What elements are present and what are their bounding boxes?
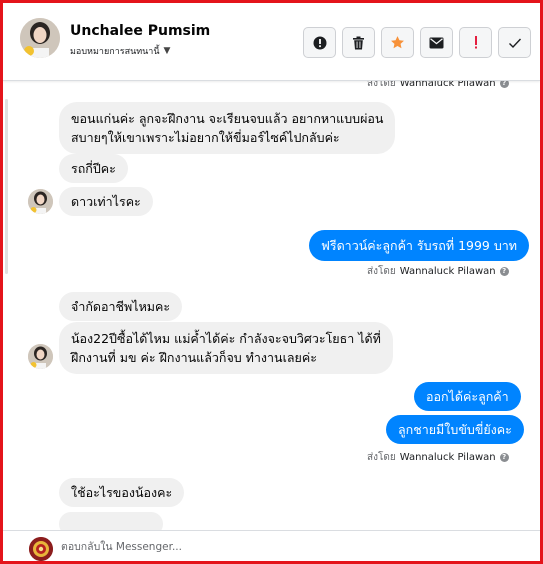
- delete-button[interactable]: [342, 27, 375, 58]
- help-icon[interactable]: ?: [499, 81, 509, 88]
- page-avatar: [29, 537, 53, 561]
- contact-avatar[interactable]: [20, 18, 60, 58]
- star-icon: [391, 36, 404, 49]
- conversation-header: Unchalee Pumsim มอบหมายการสนทนานี้ ▼: [3, 3, 540, 81]
- scrollbar-thumb[interactable]: [5, 99, 8, 274]
- reply-composer: [3, 530, 540, 561]
- conversation-panel: Unchalee Pumsim มอบหมายการสนทนานี้ ▼ ส่ง…: [0, 0, 543, 564]
- mark-done-button[interactable]: [498, 27, 531, 58]
- check-icon: [508, 38, 521, 48]
- incoming-message[interactable]: รถกี่ปีคะ: [59, 154, 128, 183]
- assign-conversation-label: มอบหมายการสนทนานี้: [70, 47, 160, 57]
- incoming-message[interactable]: จำกัดอาชีพไหมคะ: [59, 292, 183, 321]
- incoming-message[interactable]: ใช้อะไรของน้องคะ: [59, 478, 185, 507]
- contact-name[interactable]: Unchalee Pumsim: [70, 23, 210, 39]
- sent-by-caption: ส่งโดย Wannaluck Pilawan ?: [367, 450, 509, 465]
- reply-input[interactable]: [61, 537, 501, 557]
- outgoing-message[interactable]: ออกได้ค่ะลูกค้า: [414, 382, 521, 411]
- incoming-message[interactable]: ดาวเท่าไรคะ: [59, 187, 153, 216]
- help-icon[interactable]: ?: [499, 267, 509, 276]
- help-icon[interactable]: ?: [499, 453, 509, 462]
- star-button[interactable]: [381, 27, 414, 58]
- exclamation-icon: [474, 36, 477, 49]
- trash-icon: [353, 36, 364, 49]
- message-list[interactable]: ส่งโดย Wannaluck Pilawan ? ขอนแก่นค่ะ ลู…: [3, 81, 540, 530]
- mark-unread-button[interactable]: [420, 27, 453, 58]
- mark-spam-button[interactable]: [303, 27, 336, 58]
- envelope-icon: [429, 37, 444, 48]
- incoming-message-partial[interactable]: [59, 512, 163, 530]
- sent-by-caption: ส่งโดย Wannaluck Pilawan ?: [367, 81, 509, 91]
- outgoing-message[interactable]: ลูกชายมีใบขับขี่ยังคะ: [386, 415, 524, 444]
- contact-avatar-small: [28, 344, 53, 369]
- incoming-message[interactable]: น้อง22ปีซื้อได้ไหม แม่ค้ำได้ค่ะ กำลังจะจ…: [59, 322, 393, 374]
- incoming-message[interactable]: ขอนแก่นค่ะ ลูกจะฝึกงาน จะเรียนจบแล้ว อยา…: [59, 102, 396, 154]
- sent-by-caption: ส่งโดย Wannaluck Pilawan ?: [367, 264, 509, 279]
- caret-down-icon: ▼: [163, 46, 171, 56]
- contact-avatar-small: [28, 189, 53, 214]
- header-actions: [303, 27, 531, 58]
- mark-important-button[interactable]: [459, 27, 492, 58]
- alert-circle-icon: [313, 36, 326, 49]
- assign-conversation-dropdown[interactable]: มอบหมายการสนทนานี้ ▼: [70, 44, 170, 58]
- outgoing-message[interactable]: ฟรีดาวน์ค่ะลูกค้า รับรถที่ 1999 บาท: [309, 230, 530, 261]
